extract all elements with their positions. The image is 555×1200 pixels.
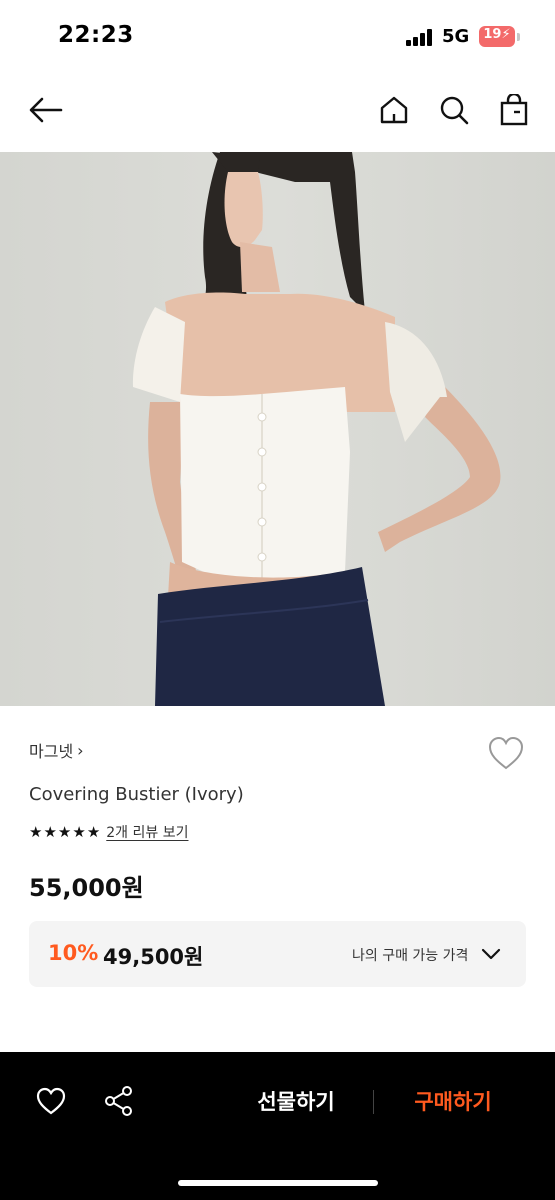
star-rating: ★ ★ ★ ★ ★ [29,824,100,840]
status-time: 22:23 [58,22,134,48]
search-icon[interactable] [436,92,472,128]
battery-level: 19⚡ [483,27,511,42]
chevron-down-icon[interactable] [480,943,502,965]
nav-bar [0,78,555,142]
home-indicator[interactable] [178,1180,378,1186]
chevron-right-icon: › [77,740,84,760]
rating-row: ★ ★ ★ ★ ★ 2개 리뷰 보기 [29,822,188,842]
divider [373,1090,374,1114]
product-photo[interactable] [0,152,555,706]
brand-link[interactable]: 마그넷 › [29,738,84,762]
signal-icon [406,28,436,46]
network-type: 5G [442,26,470,47]
product-title: Covering Bustier (Ivory) [29,784,244,805]
review-link[interactable]: 2개 리뷰 보기 [106,822,188,842]
star-icon: ★ [43,823,57,841]
share-icon[interactable] [102,1084,136,1118]
star-icon: ★ [29,823,43,841]
arrow-left-icon[interactable] [28,92,64,128]
home-icon[interactable] [376,92,412,128]
star-icon: ★ [72,823,86,841]
product-photo-illustration [132,152,501,706]
brand-name: 마그넷 [29,742,74,761]
star-icon: ★ [86,823,101,841]
heart-outline-icon[interactable] [487,735,525,771]
original-price: 55,000원 [29,874,144,902]
my-price-label: 나의 구매 가능 가격 [352,948,469,964]
star-icon: ★ [57,823,72,841]
my-price-box[interactable]: 10% 49,500원 나의 구매 가능 가격 [29,921,526,987]
buy-button[interactable]: 구매하기 [393,1082,513,1122]
bottom-action-bar: 선물하기 구매하기 [0,1052,555,1200]
status-bar: 22:23 5G 19⚡ [0,0,555,72]
gift-button[interactable]: 선물하기 [236,1082,356,1122]
discount-rate: 10% [48,941,99,965]
battery-icon: 19⚡ [479,26,515,47]
battery-tip [517,33,520,41]
discount-price: 49,500원 [103,945,204,969]
heart-icon[interactable] [34,1084,68,1118]
shopping-bag-icon[interactable] [496,92,532,128]
